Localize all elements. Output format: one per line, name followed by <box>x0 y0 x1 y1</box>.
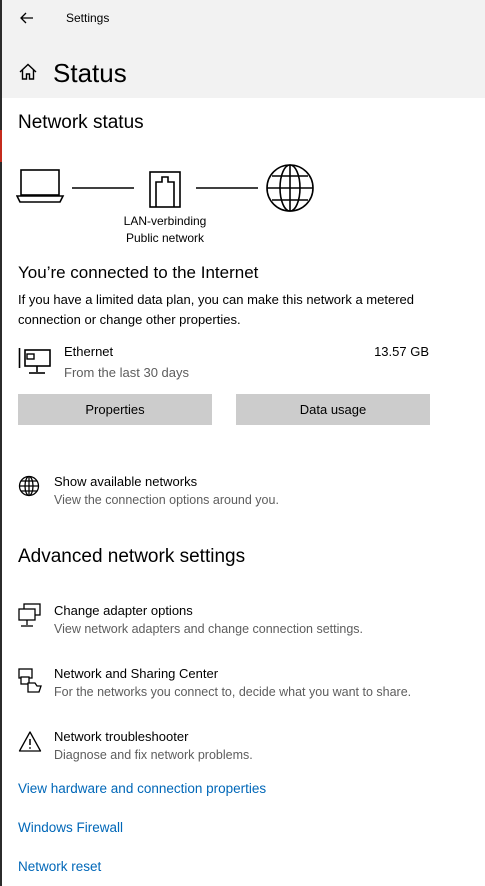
network-reset-link[interactable]: Network reset <box>18 859 101 874</box>
windows-firewall-link[interactable]: Windows Firewall <box>18 820 123 835</box>
advanced-settings-heading: Advanced network settings <box>18 546 246 567</box>
ethernet-icon <box>18 348 51 374</box>
data-usage-button[interactable]: Data usage <box>236 394 430 425</box>
background-window-accent <box>0 130 2 162</box>
show-networks-desc: View the connection options around you. <box>54 493 279 507</box>
app-title: Settings <box>66 11 110 25</box>
sharing-center-desc: For the networks you connect to, decide … <box>54 685 412 699</box>
title-bar: Settings <box>2 0 485 36</box>
troubleshooter-title: Network troubleshooter <box>54 729 189 744</box>
show-networks-title: Show available networks <box>54 474 198 489</box>
page-title: Status <box>53 58 127 88</box>
network-status-heading: Network status <box>18 112 144 133</box>
adapter-options-title: Change adapter options <box>54 603 193 618</box>
adapter-label: LAN-verbinding Public network <box>100 213 230 247</box>
globe-network-icon <box>18 475 40 497</box>
connection-status-title: You’re connected to the Internet <box>18 263 259 282</box>
network-type: Public network <box>125 231 205 245</box>
adapter-name: LAN-verbinding <box>123 214 207 228</box>
hardware-properties-link[interactable]: View hardware and connection properties <box>18 781 266 796</box>
globe-icon <box>266 164 314 212</box>
page-header: Status <box>2 36 485 98</box>
ethernet-name: Ethernet <box>64 344 114 359</box>
network-diagram <box>16 164 314 212</box>
laptop-icon <box>16 169 65 203</box>
troubleshooter-desc: Diagnose and fix network problems. <box>54 748 253 762</box>
ethernet-usage: 13.57 GB <box>374 344 429 359</box>
ethernet-port-icon <box>149 171 181 208</box>
back-button[interactable] <box>16 8 38 28</box>
adapter-options-desc: View network adapters and change connect… <box>54 622 363 636</box>
warning-icon <box>18 731 42 752</box>
back-arrow-icon <box>20 12 33 24</box>
properties-button[interactable]: Properties <box>18 394 212 425</box>
ethernet-period: From the last 30 days <box>64 365 189 380</box>
background-window-edge <box>0 0 2 886</box>
sharing-center-icon <box>18 668 42 693</box>
connection-status-desc: If you have a limited data plan, you can… <box>18 292 414 327</box>
adapter-icon <box>18 603 41 627</box>
sharing-center-title: Network and Sharing Center <box>54 666 219 681</box>
home-icon <box>19 63 37 80</box>
